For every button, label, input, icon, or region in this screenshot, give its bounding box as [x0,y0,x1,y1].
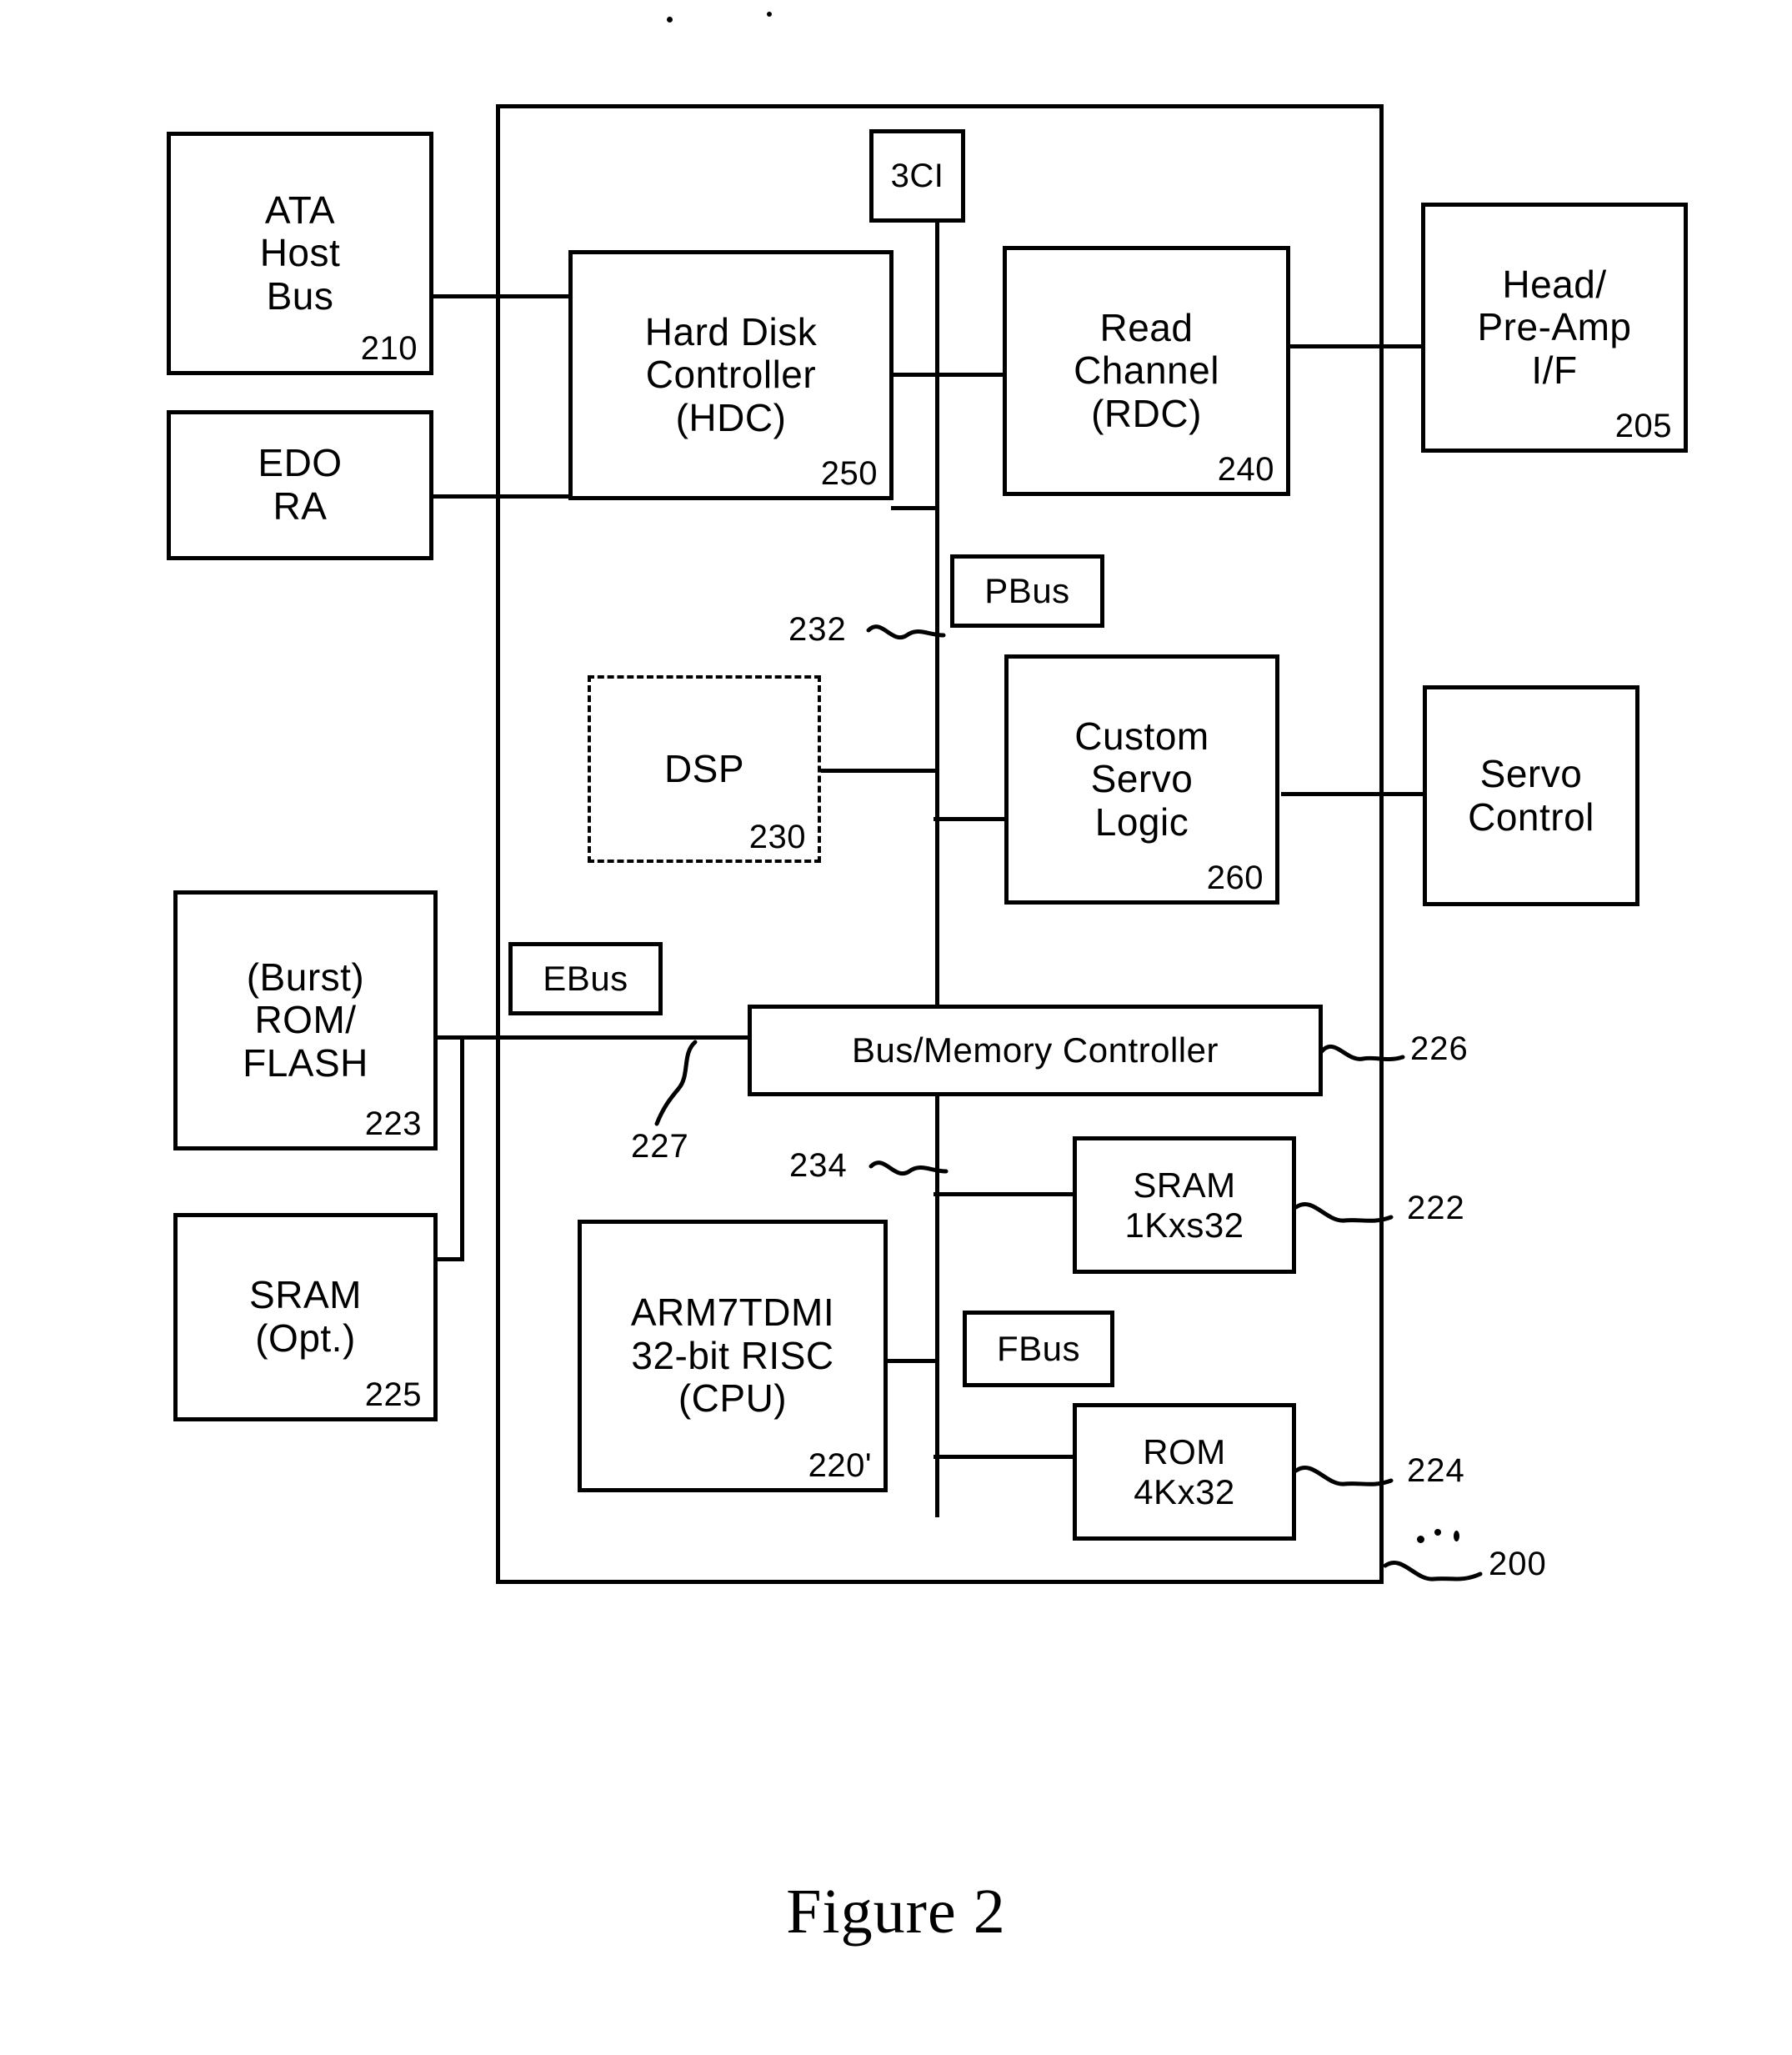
block-custom-servo-logic[interactable]: Custom Servo Logic 260 [1004,654,1279,905]
ref-number-224: 224 [1407,1452,1465,1489]
block-burst-rom-flash-ref: 223 [364,1105,422,1143]
block-read-channel-label: Read Channel (RDC) [1074,305,1219,435]
block-sram-1kxs32[interactable]: SRAM 1Kxs32 [1073,1136,1296,1274]
block-3ci[interactable]: 3CI [869,129,965,223]
scan-speck [1417,1536,1424,1543]
block-custom-servo-logic-label: Custom Servo Logic [1074,714,1209,844]
block-head-preamp-if[interactable]: Head/ Pre-Amp I/F 205 [1421,203,1688,453]
leader-squiggle-234 [868,1160,949,1175]
wire-ata-to-hdc [429,294,571,298]
block-rom-4kx32-label: ROM 4Kx32 [1134,1432,1235,1511]
block-sram-optional-ref: 225 [364,1376,422,1414]
block-burst-rom-flash-label: (Burst) ROM/ FLASH [243,955,368,1085]
ref-number-226: 226 [1410,1030,1469,1067]
patent-figure-sheet: ATA Host Bus 210 EDO RA Hard Disk Contro… [0,0,1792,2055]
scan-speck [1434,1529,1441,1536]
leader-squiggle-232 [866,624,946,639]
block-rom-4kx32[interactable]: ROM 4Kx32 [1073,1403,1296,1541]
block-edo-ra[interactable]: EDO RA [167,410,433,560]
block-head-preamp-if-ref: 205 [1614,408,1672,445]
block-pbus-tag[interactable]: PBus [950,554,1104,628]
block-fbus-label: FBus [996,1329,1081,1369]
block-ata-host-bus-label: ATA Host Bus [259,188,341,318]
block-hard-disk-controller-ref: 250 [820,455,878,493]
leader-squiggle-200 [1383,1560,1483,1581]
ref-number-222: 222 [1407,1190,1465,1226]
block-sram-optional[interactable]: SRAM (Opt.) 225 [173,1213,438,1421]
ref-number-234: 234 [789,1147,848,1184]
block-dsp-ref: 230 [748,819,806,856]
block-cpu-arm7tdmi-ref: 220' [808,1447,872,1485]
wire-hdc-to-spine [891,506,939,510]
block-ebus-label: EBus [543,959,628,999]
block-dsp[interactable]: DSP 230 [588,675,821,863]
wire-hdc-to-rdc [891,373,1004,377]
wire-edo-to-hdc [433,494,571,499]
leader-squiggle-226 [1319,1044,1405,1061]
wire-dsp-to-spine [821,769,939,773]
block-ata-host-bus[interactable]: ATA Host Bus 210 [167,132,433,375]
block-head-preamp-if-label: Head/ Pre-Amp I/F [1477,262,1632,392]
ref-number-200: 200 [1489,1546,1547,1582]
wire-sram-opt-to-riser [438,1257,464,1261]
block-servo-control[interactable]: Servo Control [1423,685,1639,906]
leader-squiggle-222 [1294,1201,1394,1223]
wire-cpu-to-spine [885,1359,939,1363]
block-ebus-tag[interactable]: EBus [508,942,663,1015]
block-servo-control-label: Servo Control [1468,751,1594,839]
block-burst-rom-flash[interactable]: (Burst) ROM/ FLASH 223 [173,890,438,1150]
block-hard-disk-controller-label: Hard Disk Controller (HDC) [644,309,818,439]
wire-servo-logic-to-spine [934,817,1004,821]
block-sram-1kxs32-label: SRAM 1Kxs32 [1124,1165,1244,1245]
block-fbus-tag[interactable]: FBus [963,1311,1114,1387]
block-bus-memory-controller[interactable]: Bus/Memory Controller [748,1005,1323,1096]
figure-caption: Figure 2 [786,1877,1006,1947]
block-dsp-label: DSP [663,746,745,790]
block-sram-optional-label: SRAM (Opt.) [249,1273,362,1360]
block-read-channel[interactable]: Read Channel (RDC) 240 [1003,246,1290,496]
block-cpu-arm7tdmi-label: ARM7TDMI 32-bit RISC (CPU) [630,1291,835,1421]
block-bus-memory-controller-label: Bus/Memory Controller [852,1030,1219,1070]
leader-squiggle-224 [1294,1465,1394,1486]
block-3ci-label: 3CI [890,157,944,194]
block-ata-host-bus-ref: 210 [360,330,418,368]
block-pbus-label: PBus [984,571,1070,611]
block-hard-disk-controller[interactable]: Hard Disk Controller (HDC) 250 [568,250,893,500]
block-edo-ra-label: EDO RA [258,441,343,528]
scan-speck [667,17,673,23]
block-custom-servo-logic-ref: 260 [1206,860,1264,897]
leader-squiggle-227 [654,1040,698,1126]
wire-spine-to-rom4k [934,1455,1075,1459]
wire-sram-opt-riser [460,1035,464,1261]
wire-servo-logic-to-servo-control [1281,792,1423,796]
scan-speck [1454,1531,1459,1541]
ref-number-227: 227 [631,1128,689,1165]
block-cpu-arm7tdmi[interactable]: ARM7TDMI 32-bit RISC (CPU) 220' [578,1220,888,1492]
scan-speck [767,12,772,17]
ref-number-232: 232 [788,611,847,648]
wire-spine-to-sram1k [934,1192,1075,1196]
internal-bus-spine [935,183,939,1517]
block-read-channel-ref: 240 [1217,451,1274,489]
